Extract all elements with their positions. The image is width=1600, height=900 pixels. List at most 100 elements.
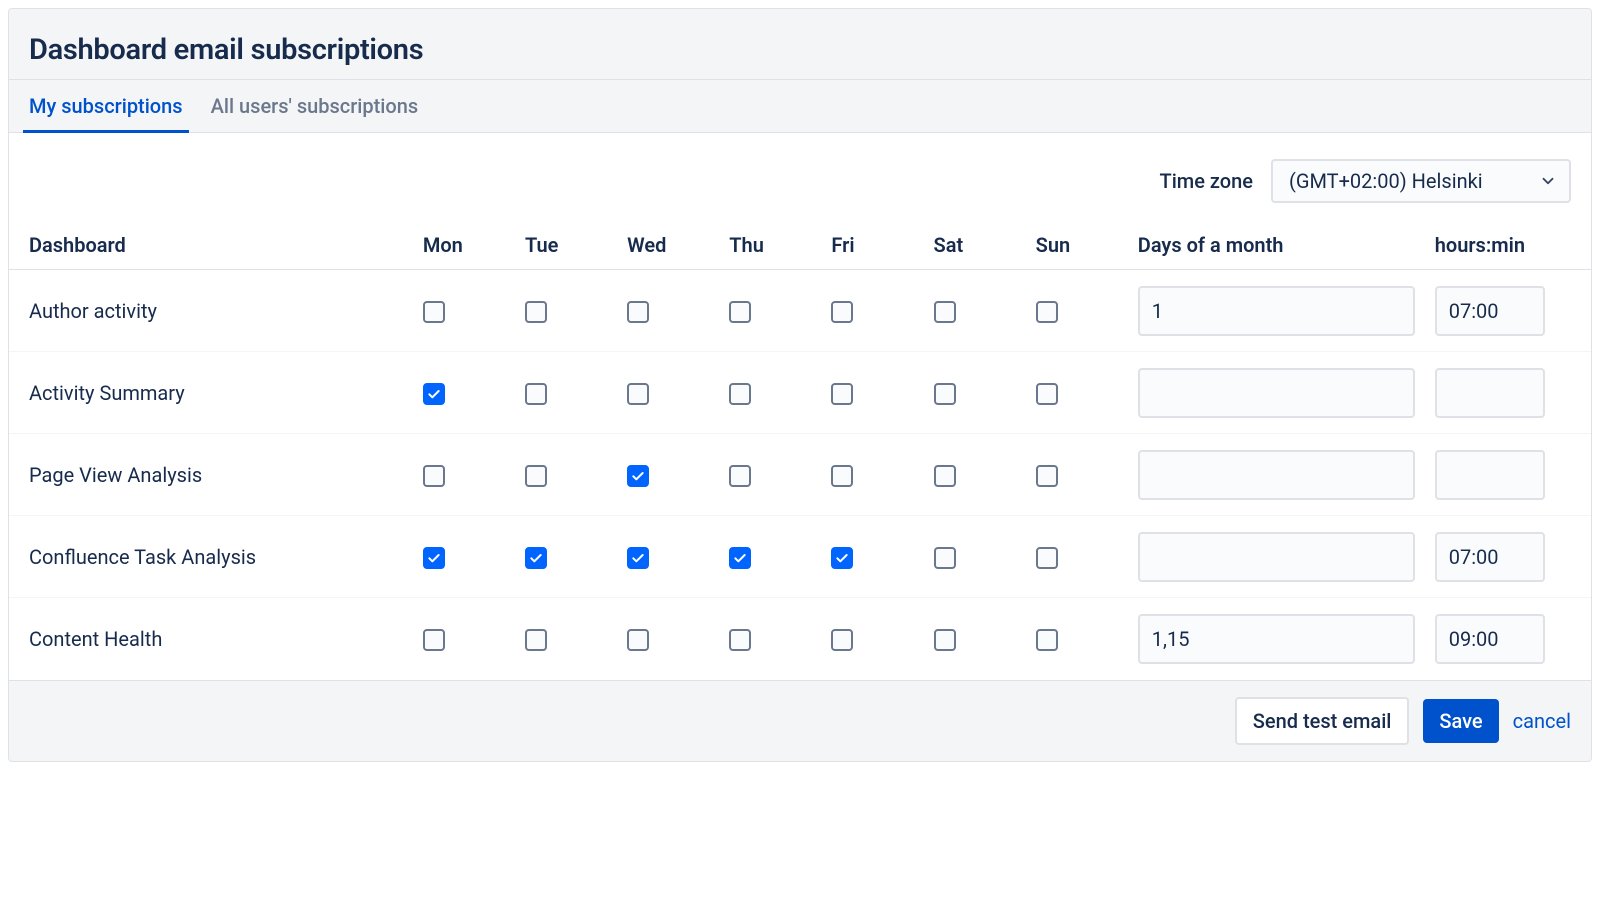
day-checkbox[interactable]: [525, 383, 547, 405]
day-checkbox[interactable]: [831, 383, 853, 405]
day-checkbox[interactable]: [423, 629, 445, 651]
day-cell: [413, 598, 515, 680]
hours-input[interactable]: [1435, 286, 1545, 336]
day-cell: [719, 598, 821, 680]
col-header-sat: Sat: [924, 213, 1026, 270]
day-checkbox[interactable]: [525, 301, 547, 323]
days-of-month-input[interactable]: [1138, 450, 1415, 500]
day-checkbox[interactable]: [525, 465, 547, 487]
day-checkbox[interactable]: [1036, 629, 1058, 651]
col-header-days-of-month: Days of a month: [1128, 213, 1425, 270]
day-cell: [617, 434, 719, 516]
day-checkbox[interactable]: [627, 629, 649, 651]
timezone-select[interactable]: (GMT+02:00) Helsinki: [1271, 159, 1571, 203]
day-checkbox[interactable]: [934, 465, 956, 487]
hours-input[interactable]: [1435, 368, 1545, 418]
day-checkbox[interactable]: [1036, 465, 1058, 487]
day-checkbox[interactable]: [729, 547, 751, 569]
table-row: Confluence Task Analysis: [9, 516, 1591, 598]
day-checkbox[interactable]: [831, 465, 853, 487]
day-checkbox[interactable]: [729, 383, 751, 405]
day-cell: [515, 598, 617, 680]
col-header-thu: Thu: [719, 213, 821, 270]
tab-all-users-subscriptions[interactable]: All users' subscriptions: [211, 80, 419, 132]
subscriptions-panel: Dashboard email subscriptions My subscri…: [8, 8, 1592, 762]
day-checkbox[interactable]: [729, 301, 751, 323]
day-cell: [617, 598, 719, 680]
day-checkbox[interactable]: [525, 547, 547, 569]
days-of-month-input[interactable]: [1138, 286, 1415, 336]
table-row: Content Health: [9, 598, 1591, 680]
dashboard-name-cell: Content Health: [9, 598, 413, 680]
day-checkbox[interactable]: [627, 547, 649, 569]
days-of-month-cell: [1128, 516, 1425, 598]
day-cell: [617, 270, 719, 352]
tab-my-subscriptions[interactable]: My subscriptions: [29, 80, 183, 132]
day-checkbox[interactable]: [831, 629, 853, 651]
day-checkbox[interactable]: [423, 301, 445, 323]
days-of-month-cell: [1128, 352, 1425, 434]
hours-cell: [1425, 434, 1591, 516]
col-header-sun: Sun: [1026, 213, 1128, 270]
day-cell: [821, 270, 923, 352]
day-checkbox[interactable]: [934, 629, 956, 651]
day-cell: [515, 434, 617, 516]
day-checkbox[interactable]: [423, 465, 445, 487]
days-of-month-input[interactable]: [1138, 614, 1415, 664]
hours-input[interactable]: [1435, 450, 1545, 500]
col-header-tue: Tue: [515, 213, 617, 270]
col-header-wed: Wed: [617, 213, 719, 270]
day-cell: [719, 352, 821, 434]
day-cell: [924, 516, 1026, 598]
day-checkbox[interactable]: [1036, 547, 1058, 569]
footer: Send test email Save cancel: [9, 680, 1591, 761]
day-checkbox[interactable]: [729, 629, 751, 651]
hours-input[interactable]: [1435, 614, 1545, 664]
day-cell: [1026, 434, 1128, 516]
day-cell: [413, 516, 515, 598]
day-checkbox[interactable]: [934, 301, 956, 323]
day-checkbox[interactable]: [729, 465, 751, 487]
table-row: Page View Analysis: [9, 434, 1591, 516]
days-of-month-input[interactable]: [1138, 368, 1415, 418]
day-cell: [617, 352, 719, 434]
day-cell: [924, 598, 1026, 680]
timezone-label: Time zone: [1160, 169, 1254, 193]
send-test-email-button[interactable]: Send test email: [1235, 697, 1410, 745]
tab-label: All users' subscriptions: [211, 94, 419, 118]
day-cell: [821, 598, 923, 680]
hours-input[interactable]: [1435, 532, 1545, 582]
day-cell: [1026, 352, 1128, 434]
days-of-month-cell: [1128, 434, 1425, 516]
day-cell: [617, 516, 719, 598]
day-checkbox[interactable]: [627, 465, 649, 487]
day-checkbox[interactable]: [934, 383, 956, 405]
day-checkbox[interactable]: [831, 301, 853, 323]
hours-cell: [1425, 270, 1591, 352]
day-checkbox[interactable]: [423, 383, 445, 405]
subscriptions-table: Dashboard Mon Tue Wed Thu Fri Sat Sun Da…: [9, 213, 1591, 680]
day-cell: [515, 270, 617, 352]
day-cell: [1026, 270, 1128, 352]
col-header-dashboard: Dashboard: [9, 213, 413, 270]
day-cell: [1026, 516, 1128, 598]
days-of-month-cell: [1128, 598, 1425, 680]
cancel-link[interactable]: cancel: [1513, 709, 1571, 733]
day-checkbox[interactable]: [525, 629, 547, 651]
col-header-mon: Mon: [413, 213, 515, 270]
day-checkbox[interactable]: [1036, 383, 1058, 405]
day-checkbox[interactable]: [831, 547, 853, 569]
day-cell: [924, 352, 1026, 434]
day-checkbox[interactable]: [423, 547, 445, 569]
dashboard-name-cell: Activity Summary: [9, 352, 413, 434]
day-cell: [821, 352, 923, 434]
day-cell: [413, 270, 515, 352]
save-button[interactable]: Save: [1423, 699, 1498, 743]
day-checkbox[interactable]: [627, 301, 649, 323]
day-checkbox[interactable]: [627, 383, 649, 405]
day-cell: [719, 434, 821, 516]
day-checkbox[interactable]: [1036, 301, 1058, 323]
day-checkbox[interactable]: [934, 547, 956, 569]
col-header-hours: hours:min: [1425, 213, 1591, 270]
days-of-month-input[interactable]: [1138, 532, 1415, 582]
